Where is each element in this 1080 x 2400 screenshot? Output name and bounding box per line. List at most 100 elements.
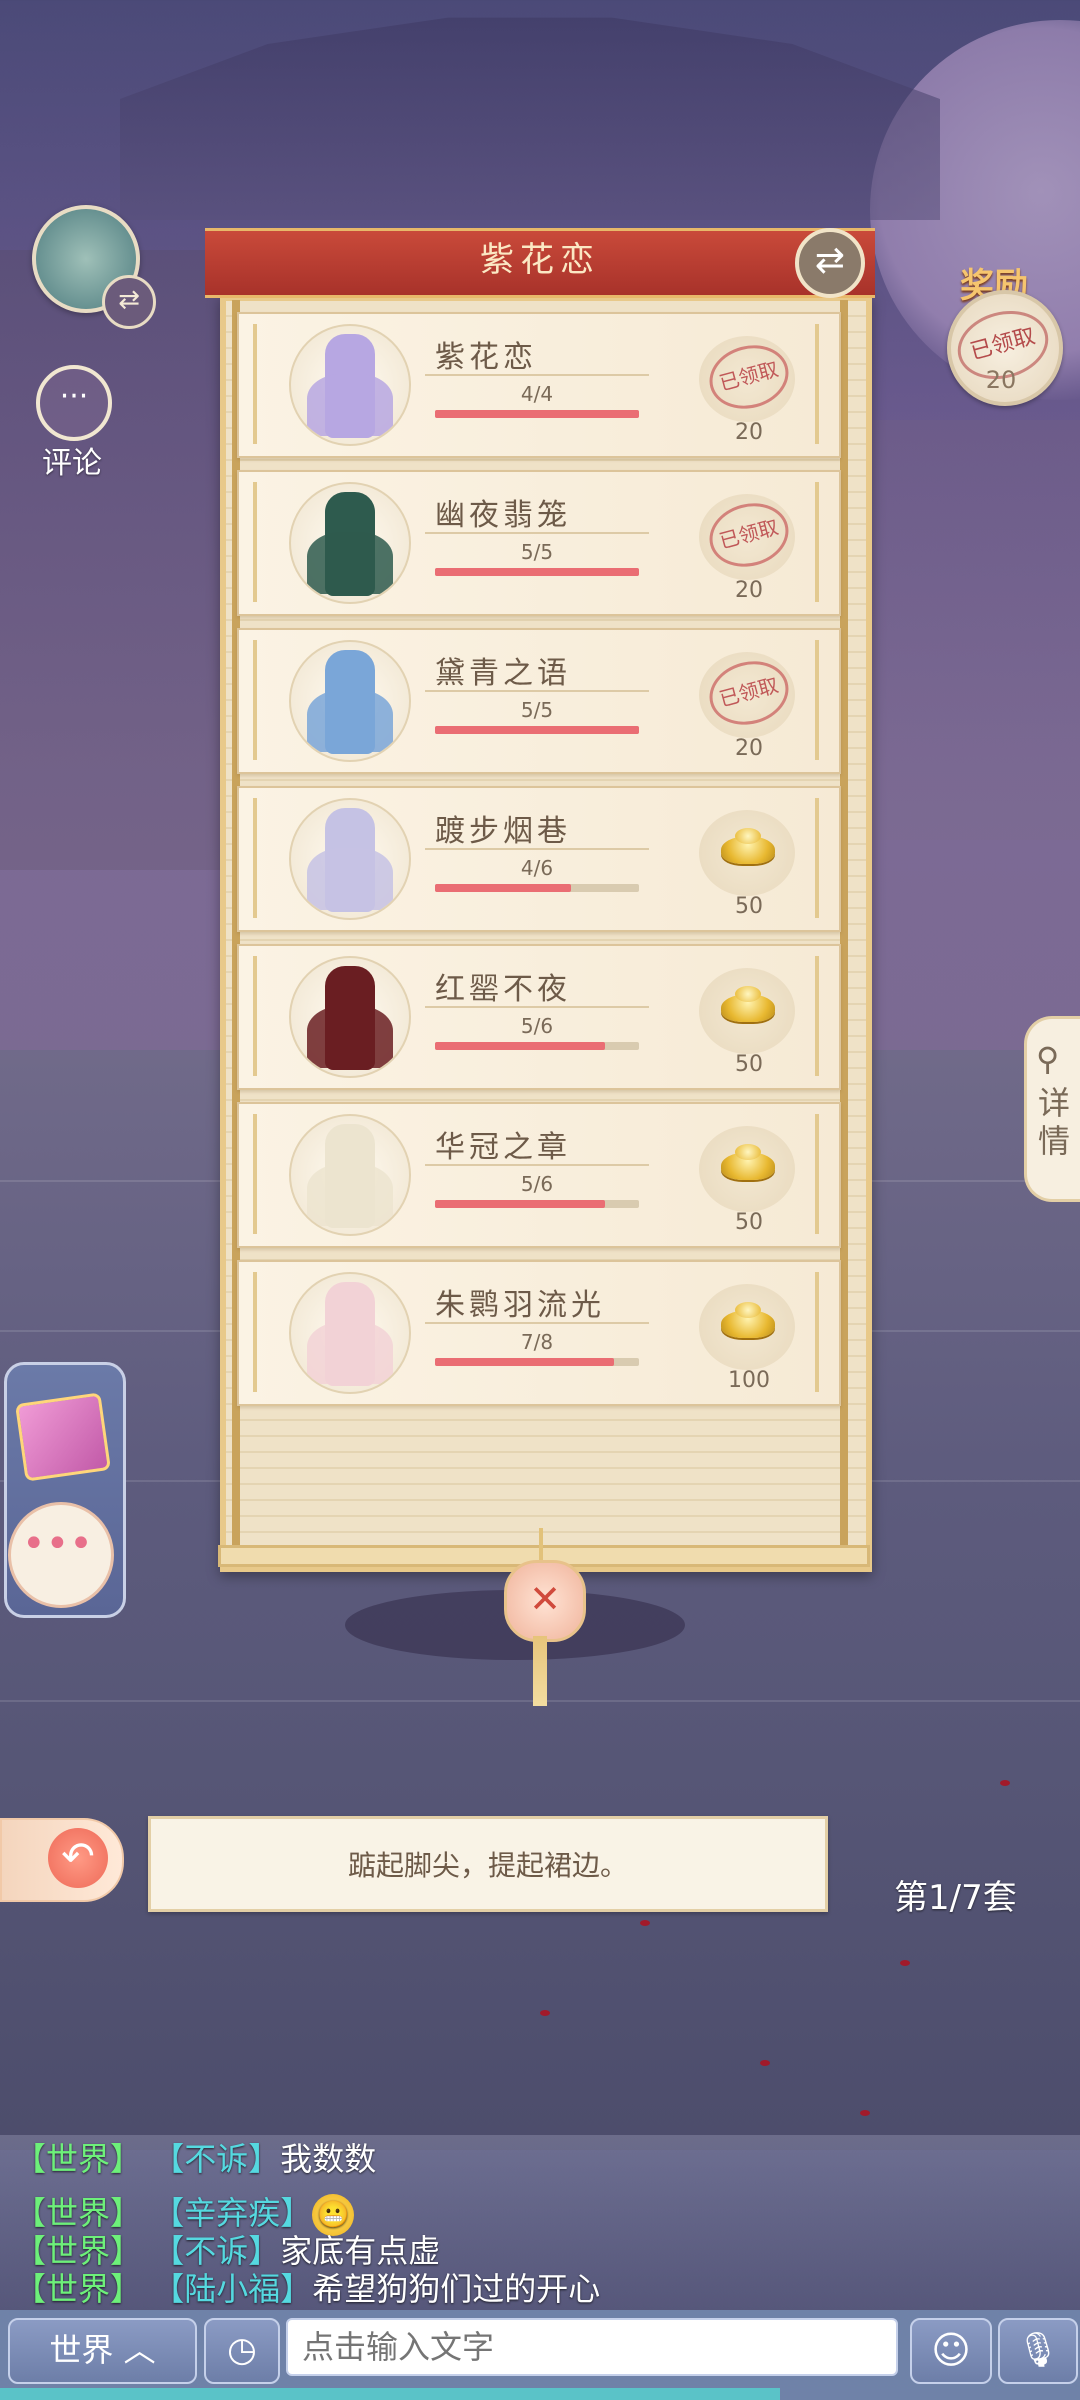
reward-count: 20: [735, 420, 763, 445]
outfit-name: 朱鹮羽流光: [435, 1288, 605, 1323]
dress-illustration: [307, 334, 393, 438]
dress-illustration: [307, 1124, 393, 1228]
progress-track: [435, 726, 639, 734]
petal: [1000, 1780, 1010, 1786]
progress-fill: [435, 884, 571, 892]
row-rail: [815, 1272, 819, 1392]
outfit-set-row[interactable]: 华冠之章 5/6 50: [237, 1102, 841, 1248]
row-rail: [253, 640, 257, 760]
emoji-button[interactable]: ☺: [910, 2318, 992, 2384]
progress-fill: [435, 410, 639, 418]
reward-amount: 20: [985, 366, 1017, 394]
outfit-set-row[interactable]: 红罂不夜 5/6 50: [237, 944, 841, 1090]
petal: [860, 2110, 870, 2116]
dress-illustration: [307, 966, 393, 1070]
dress-illustration: [307, 492, 393, 596]
book-icon[interactable]: [14, 1392, 112, 1482]
divider: [425, 690, 649, 692]
divider: [425, 1322, 649, 1324]
outfit-set-row[interactable]: 幽夜翡笼 5/5 已领取 20: [237, 470, 841, 616]
chat-channel: 【世界】: [14, 2140, 143, 2178]
smiley-icon: ☺: [931, 2328, 971, 2372]
row-rail: [253, 482, 257, 602]
chat-input[interactable]: [286, 2318, 898, 2376]
progress-strip: [0, 2388, 780, 2400]
comment-label: 评论: [42, 446, 102, 481]
chat-text: 希望狗狗们过的开心: [312, 2270, 601, 2308]
palace-roof: [120, 17, 940, 220]
row-rail: [253, 1114, 257, 1234]
row-rail: [815, 640, 819, 760]
row-rail: [815, 482, 819, 602]
dress-illustration: [307, 1282, 393, 1386]
chat-username[interactable]: 【不诉】: [152, 2140, 280, 2178]
page-indicator: 第1/7套: [894, 1878, 1017, 1918]
magnifier-icon: ⚲: [1036, 1040, 1060, 1078]
chat-channel: 【世界】: [14, 2270, 143, 2308]
switch-collection-button[interactable]: ⇄: [795, 228, 865, 298]
outfit-thumbnail[interactable]: [289, 798, 411, 920]
progress-fill: [435, 1200, 605, 1208]
panel-title: 紫花恋: [480, 240, 600, 280]
row-rail: [253, 324, 257, 444]
microphone-icon: 🎙: [1016, 2330, 1060, 2370]
petal: [760, 2060, 770, 2066]
progress-track: [435, 410, 639, 418]
divider: [425, 848, 649, 850]
channel-select-button[interactable]: 世界 ︿: [8, 2318, 197, 2384]
ellipsis-icon: ···: [59, 379, 89, 414]
collection-progress-text: 7/8: [520, 1330, 554, 1354]
collection-progress-text: 4/6: [520, 856, 554, 880]
dress-illustration: [307, 650, 393, 754]
outfit-set-row[interactable]: 踱步烟巷 4/6 50: [237, 786, 841, 932]
outfit-thumbnail[interactable]: [289, 640, 411, 762]
reward-count: 50: [735, 894, 763, 919]
outfit-set-row[interactable]: 黛青之语 5/5 已领取 20: [237, 628, 841, 774]
hint-text: 踮起脚尖，提起裙边。: [347, 1849, 628, 1882]
divider: [425, 1164, 649, 1166]
divider: [425, 374, 649, 376]
progress-track: [435, 568, 639, 576]
reward-count: 100: [728, 1368, 770, 1393]
back-arrow-icon[interactable]: ↶: [48, 1828, 108, 1888]
outfit-thumbnail[interactable]: [289, 1114, 411, 1236]
details-label: 详情: [1037, 1084, 1070, 1160]
close-button[interactable]: ✕: [504, 1560, 586, 1642]
outfit-name: 黛青之语: [435, 656, 571, 691]
reward-count: 50: [735, 1052, 763, 1077]
reward-count: 20: [735, 578, 763, 603]
outfit-thumbnail[interactable]: [289, 482, 411, 604]
chat-username[interactable]: 【陆小福】: [152, 2270, 312, 2308]
progress-track: [435, 1358, 639, 1366]
pavilion-left: [0, 250, 220, 870]
row-rail: [253, 956, 257, 1076]
history-button[interactable]: ◷: [204, 2318, 280, 2384]
progress-track: [435, 884, 639, 892]
dress-illustration: [307, 808, 393, 912]
microphone-button[interactable]: 🎙: [998, 2318, 1078, 2384]
collection-progress-text: 5/5: [520, 540, 554, 564]
outfit-name: 紫花恋: [435, 340, 537, 375]
swap-arrows-icon[interactable]: ⇄: [102, 275, 156, 329]
progress-fill: [435, 568, 639, 576]
progress-track: [435, 1200, 639, 1208]
petal: [900, 1960, 910, 1966]
close-icon: ✕: [529, 1577, 561, 1621]
row-rail: [253, 798, 257, 918]
outfit-name: 华冠之章: [435, 1130, 571, 1165]
divider: [425, 1006, 649, 1008]
history-icon: ◷: [227, 2330, 257, 2370]
row-rail: [815, 798, 819, 918]
progress-track: [435, 1042, 639, 1050]
gold-ingot-icon: [721, 1302, 775, 1338]
chat-message: 【世界】 【不诉】我数数: [14, 2134, 376, 2180]
outfit-set-row[interactable]: 紫花恋 4/4 已领取 20: [237, 312, 841, 458]
collection-progress-text: 5/5: [520, 698, 554, 722]
outfit-thumbnail[interactable]: [289, 1272, 411, 1394]
outfit-set-row[interactable]: 朱鹮羽流光 7/8 100: [237, 1260, 841, 1406]
chat-text: 我数数: [280, 2140, 377, 2178]
tassel: [533, 1636, 547, 1706]
outfit-thumbnail[interactable]: [289, 324, 411, 446]
comment-button[interactable]: ···: [36, 365, 112, 441]
outfit-thumbnail[interactable]: [289, 956, 411, 1078]
